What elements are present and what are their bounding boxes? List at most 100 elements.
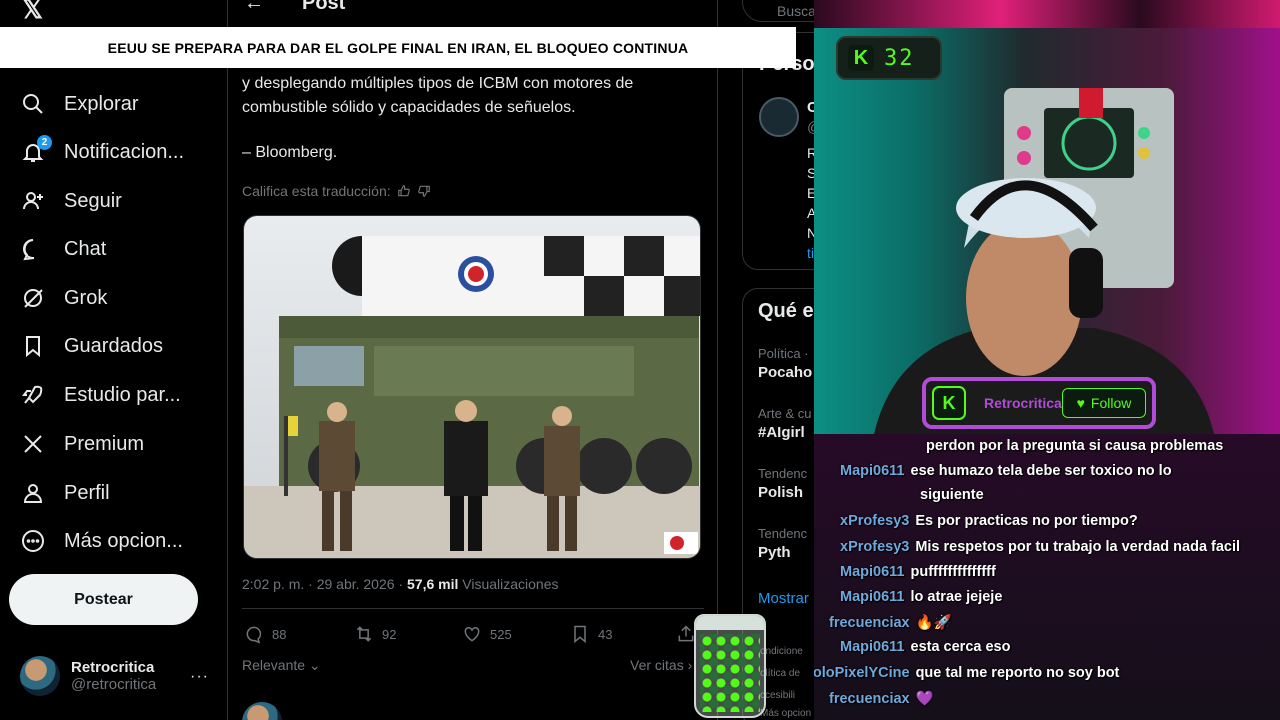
nav-item-mas-opciones[interactable]: Más opcion... <box>20 521 183 561</box>
share-icon <box>678 625 694 642</box>
chat-user: frecuenciax <box>829 615 910 631</box>
thumbs-up-icon[interactable] <box>397 184 411 198</box>
trend-item[interactable]: Pocaho <box>758 364 812 381</box>
rocket-icon <box>20 382 46 408</box>
footer-link[interactable]: ondicione <box>760 646 803 657</box>
chat-text: ese humazo tela debe ser toxico no lo <box>910 463 1172 479</box>
footer-link[interactable]: olítica de <box>760 668 800 679</box>
nav-label: Premium <box>64 432 145 455</box>
bookmark-button[interactable]: 43 <box>570 624 612 644</box>
chat-message: Mapi0611 esta cerca eso <box>840 639 1010 655</box>
heart-icon <box>464 626 480 642</box>
like-count: 525 <box>490 626 512 642</box>
card-title: Qué e <box>758 300 814 322</box>
post-actions: 88 92 525 43 <box>244 624 704 646</box>
follow-banner: K Retrocritica ♥ Follow <box>922 377 1156 429</box>
view-quotes-link[interactable]: Ver citas › <box>630 657 692 673</box>
chat-text: esta cerca eso <box>910 639 1011 655</box>
post-image[interactable] <box>243 215 701 559</box>
search-input[interactable]: Busca <box>742 0 818 22</box>
nav-label: Estudio par... <box>64 383 181 406</box>
trend-category: Arte & cu <box>758 406 812 421</box>
nav-item-premium[interactable]: Premium <box>20 424 144 464</box>
back-arrow-icon[interactable]: ← <box>244 0 264 15</box>
footer-link[interactable]: Más opcion <box>760 708 811 719</box>
bookmark-icon <box>574 625 586 644</box>
views-label: Visualizaciones <box>462 576 559 592</box>
chat-message: poloPixelYCine que tal me reporto no soy … <box>814 665 1119 681</box>
trend-item[interactable]: Pyth <box>758 544 791 561</box>
repost-icon <box>356 626 372 642</box>
account-switcher[interactable]: Retrocritica @retrocritica <box>20 656 156 696</box>
nav-item-seguir[interactable]: Seguir <box>20 181 122 221</box>
chat-text: lo atrae jejeje <box>910 589 1003 605</box>
jar-contents <box>700 634 760 712</box>
follow-button[interactable]: ♥ Follow <box>1062 388 1146 418</box>
profile-name: Retrocritica <box>71 659 155 676</box>
stream-chat: perdon por la pregunta si causa problema… <box>814 434 1280 720</box>
chat-user: frecuenciax <box>829 691 910 707</box>
trend-item[interactable]: Polish <box>758 484 803 501</box>
nav-item-notificaciones[interactable]: 2 Notificacion... <box>20 132 184 172</box>
repost-button[interactable]: 92 <box>354 624 396 644</box>
chat-text: Es por practicas no por tiempo? <box>915 513 1138 529</box>
chat-text: perdon por la pregunta si causa problema… <box>926 438 1224 454</box>
avatar <box>20 656 60 696</box>
share-button[interactable] <box>676 624 696 644</box>
nav-item-chat[interactable]: Chat <box>20 229 106 269</box>
post-meta: 2:02 p. m. · 29 abr. 2026 · 57,6 mil Vis… <box>242 576 559 592</box>
nav-label: Chat <box>64 237 107 260</box>
rate-translation: Califica esta traducción: <box>242 183 431 199</box>
chat-message: perdon por la pregunta si causa problema… <box>920 438 1223 454</box>
right-sidebar: Busca Perso C @ R S E A N ti Qué e Polít… <box>718 0 818 720</box>
trend-item[interactable]: #AIgirl <box>758 424 805 441</box>
webcam-feed <box>814 28 1280 434</box>
reply-button[interactable]: 88 <box>244 624 286 644</box>
show-more-link[interactable]: Mostrar <box>758 590 809 607</box>
nav-item-estudio[interactable]: Estudio par... <box>20 375 181 415</box>
chat-text: 💜 <box>915 691 934 707</box>
post-timestamp[interactable]: 2:02 p. m. · 29 abr. 2026 · <box>242 576 403 592</box>
like-button[interactable]: 525 <box>462 624 512 644</box>
chevron-down-icon: ⌄ <box>305 657 321 673</box>
chat-message: frecuenciax 💜 <box>829 690 934 707</box>
chat-icon <box>20 236 46 262</box>
chat-user: Mapi0611 <box>840 639 905 655</box>
reply-icon <box>246 626 262 644</box>
chat-text: siguiente <box>920 487 984 503</box>
sort-label: Relevante <box>242 657 306 673</box>
chat-user: Mapi0611 <box>840 564 905 580</box>
more-dots-icon[interactable]: ··· <box>190 668 209 686</box>
chat-user: xProfesy3 <box>840 513 910 529</box>
nav-item-explorar[interactable]: Explorar <box>20 84 138 124</box>
avatar[interactable] <box>759 97 799 137</box>
follow-label: Follow <box>1090 395 1132 411</box>
thumbs-down-icon[interactable] <box>417 184 431 198</box>
follow-icon <box>20 188 46 214</box>
post-header: ← Post <box>244 0 345 15</box>
bookmark-count: 43 <box>598 626 613 642</box>
more-circle-icon <box>20 528 46 554</box>
nav-item-perfil[interactable]: Perfil <box>20 473 110 513</box>
post-button[interactable]: Postear <box>9 574 198 625</box>
channel-name: Retrocritica <box>984 395 1062 411</box>
page-title: Post <box>302 0 346 14</box>
post-text: y desplegando múltiples tipos de ICBM co… <box>242 75 634 116</box>
trend-category: Tendenc <box>758 466 808 481</box>
chat-message: Mapi0611 puffffffffffffff <box>840 564 996 580</box>
nav-item-guardados[interactable]: Guardados <box>20 326 163 366</box>
nav-item-grok[interactable]: Grok <box>20 278 107 318</box>
overlay-top-bar <box>814 0 1280 28</box>
jar-lid <box>696 616 764 630</box>
reply-count: 88 <box>272 626 287 642</box>
chat-message: Mapi0611 lo atrae jejeje <box>840 589 1002 605</box>
trend-category: Tendenc <box>758 526 808 541</box>
nav-label: Más opcion... <box>64 529 183 552</box>
nav-label: Notificacion... <box>64 140 185 163</box>
x-logo-icon[interactable]: 𝕏 <box>22 0 43 25</box>
nav-label: Seguir <box>64 189 122 212</box>
grok-icon <box>20 285 46 311</box>
post-signature: – Bloomberg. <box>242 144 338 161</box>
chat-user: xProfesy3 <box>840 539 910 555</box>
sort-dropdown[interactable]: Relevante ⌄ <box>242 657 321 674</box>
